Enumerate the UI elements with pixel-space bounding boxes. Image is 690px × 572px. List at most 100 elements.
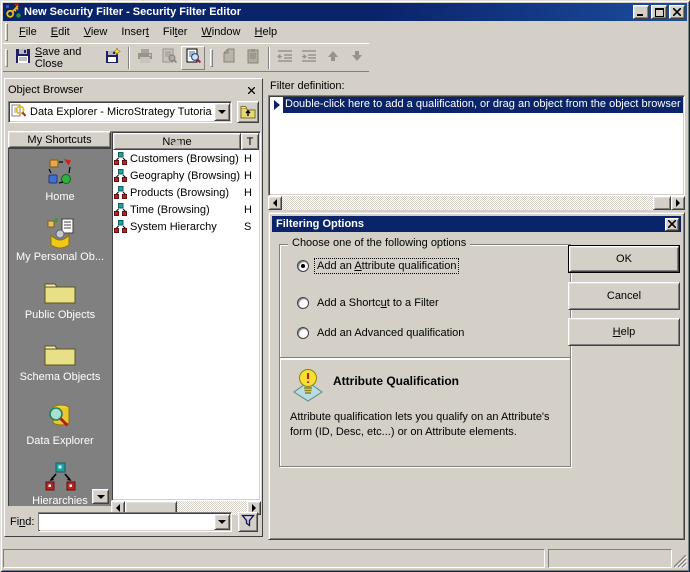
column-header-name[interactable]: Name — [113, 133, 241, 150]
radio-attribute-label: Add an Attribute qualification — [313, 258, 460, 274]
shortcut-public-objects[interactable]: Public Objects — [9, 279, 111, 321]
search-doc-icon — [11, 103, 27, 121]
paste-qualification-button[interactable] — [217, 46, 241, 70]
dialog-close-button[interactable] — [665, 217, 679, 231]
view-filter-icon — [185, 48, 202, 67]
print-icon — [137, 48, 153, 67]
move-up-icon — [326, 49, 340, 66]
list-item-time[interactable]: Time (Browsing) H — [113, 201, 259, 218]
indent-icon — [301, 48, 317, 67]
paste-filter-button[interactable] — [241, 46, 265, 70]
menu-edit[interactable]: Edit — [44, 23, 77, 41]
list-item-system-hierarchy[interactable]: System Hierarchy S — [113, 218, 259, 235]
find-combobox[interactable] — [38, 512, 232, 532]
status-bar — [3, 546, 688, 569]
filter-definition-label: Filter definition: — [270, 80, 345, 92]
filter-horizontal-scrollbar[interactable] — [268, 196, 685, 210]
find-row: Find: — [8, 511, 259, 533]
menu-window[interactable]: Window — [194, 23, 247, 41]
save-and-close-label: Save and Close — [34, 45, 82, 70]
help-button[interactable]: Help — [568, 318, 680, 346]
find-input[interactable] — [39, 514, 213, 530]
cancel-button[interactable]: Cancel — [568, 282, 680, 310]
find-dropdown-arrow-icon[interactable] — [214, 514, 230, 530]
toolbar: Save and Close — [3, 43, 369, 72]
shortcut-home[interactable]: Home — [9, 157, 111, 203]
shortcut-list: Home My Personal Ob... Public Objects Sc… — [8, 148, 111, 506]
view-filter-button[interactable] — [181, 45, 206, 70]
radio-shortcut-to-filter[interactable]: Add a Shortcut to a Filter — [297, 296, 441, 310]
radio-selected-icon[interactable] — [297, 260, 309, 272]
qualification-prompt-row[interactable]: Double-click here to add a qualification… — [270, 97, 683, 113]
scroll-right-icon[interactable] — [671, 196, 685, 210]
print-button[interactable] — [133, 46, 157, 70]
list-item-customers[interactable]: Customers (Browsing) H — [113, 150, 259, 167]
object-browser-close-icon[interactable] — [244, 83, 259, 97]
filter-definition-pane: Filter definition: Double-click here to … — [267, 78, 686, 210]
shortcut-schema-objects[interactable]: Schema Objects — [9, 341, 111, 383]
save-as-button[interactable] — [101, 46, 125, 70]
sort-ascending-icon — [172, 139, 182, 146]
list-item-products[interactable]: Products (Browsing) H — [113, 184, 259, 201]
up-one-level-button[interactable] — [237, 101, 259, 123]
dropdown-arrow-icon[interactable] — [214, 103, 230, 121]
maximize-button[interactable] — [651, 5, 667, 19]
filtering-options-dialog: Filtering Options Choose one of the foll… — [268, 212, 685, 540]
scroll-thumb[interactable] — [653, 196, 671, 210]
status-panel-secondary — [548, 549, 672, 568]
menu-view[interactable]: View — [77, 23, 115, 41]
qualification-prompt: Double-click here to add a qualification… — [283, 97, 683, 113]
options-group: Choose one of the following options Add … — [279, 237, 571, 359]
menu-insert[interactable]: Insert — [114, 23, 156, 41]
hierarchy-list: Name T Customers (Browsing) H Geography … — [111, 131, 261, 501]
filter-definition-area[interactable]: Double-click here to add a qualification… — [268, 95, 685, 196]
paste-qualification-icon — [221, 48, 237, 67]
radio-advanced-qualification[interactable]: Add an Advanced qualification — [297, 326, 466, 340]
help-button-label: Help — [612, 326, 636, 338]
scroll-left-icon[interactable] — [268, 196, 282, 210]
my-shortcuts-header[interactable]: My Shortcuts — [8, 131, 111, 148]
find-filter-button[interactable] — [238, 512, 258, 532]
shortcut-my-personal-objects[interactable]: My Personal Ob... — [9, 217, 111, 263]
move-down-button[interactable] — [345, 46, 369, 70]
ok-button[interactable]: OK — [568, 245, 680, 273]
shortcut-bar: My Shortcuts Home My Personal Ob... Publ… — [8, 131, 111, 506]
radio-icon[interactable] — [297, 297, 309, 309]
status-message — [3, 549, 546, 568]
dialog-title-bar: Filtering Options — [272, 216, 681, 232]
menubar-grip[interactable] — [5, 23, 8, 41]
funnel-icon — [241, 514, 255, 530]
radio-icon[interactable] — [297, 327, 309, 339]
find-label: Find: — [10, 516, 35, 528]
shortcut-data-explorer[interactable]: Data Explorer — [9, 401, 111, 447]
close-button[interactable] — [669, 5, 685, 19]
toolbar-grip[interactable] — [5, 48, 8, 67]
radio-shortcut-label: Add a Shortcut to a Filter — [317, 297, 439, 309]
outdent-icon — [277, 48, 293, 67]
menu-filter[interactable]: Filter — [156, 23, 194, 41]
qualification-info-box: Attribute Qualification Attribute qualif… — [279, 357, 571, 467]
shortcut-scroll-down-button[interactable] — [92, 489, 109, 504]
menu-file[interactable]: File — [12, 23, 44, 41]
title-bar: New Security Filter - Security Filter Ed… — [3, 3, 687, 21]
info-body: Attribute qualification lets you qualify… — [290, 411, 550, 438]
info-title: Attribute Qualification — [333, 374, 459, 388]
toolbar-grip-2[interactable] — [210, 48, 214, 67]
security-filter-editor-window: New Security Filter - Security Filter Ed… — [0, 0, 690, 572]
save-and-close-button[interactable]: Save and Close — [12, 46, 101, 70]
column-header-type[interactable]: T — [241, 133, 259, 150]
move-up-button[interactable] — [321, 46, 345, 70]
object-source-dropdown[interactable]: Data Explorer - MicroStrategy Tutoria — [8, 101, 232, 123]
radio-attribute-qualification[interactable]: Add an Attribute qualification — [297, 258, 460, 274]
menu-help[interactable]: Help — [248, 23, 285, 41]
minimize-button[interactable] — [633, 5, 649, 19]
save-icon — [15, 48, 31, 67]
outdent-button[interactable] — [273, 46, 297, 70]
security-filter-key-icon — [5, 3, 21, 22]
list-item-geography[interactable]: Geography (Browsing) H — [113, 167, 259, 184]
indent-button[interactable] — [297, 46, 321, 70]
move-down-icon — [350, 49, 364, 66]
resize-grip[interactable] — [673, 554, 688, 569]
window-title: New Security Filter - Security Filter Ed… — [24, 6, 241, 18]
print-preview-button[interactable] — [157, 46, 181, 70]
